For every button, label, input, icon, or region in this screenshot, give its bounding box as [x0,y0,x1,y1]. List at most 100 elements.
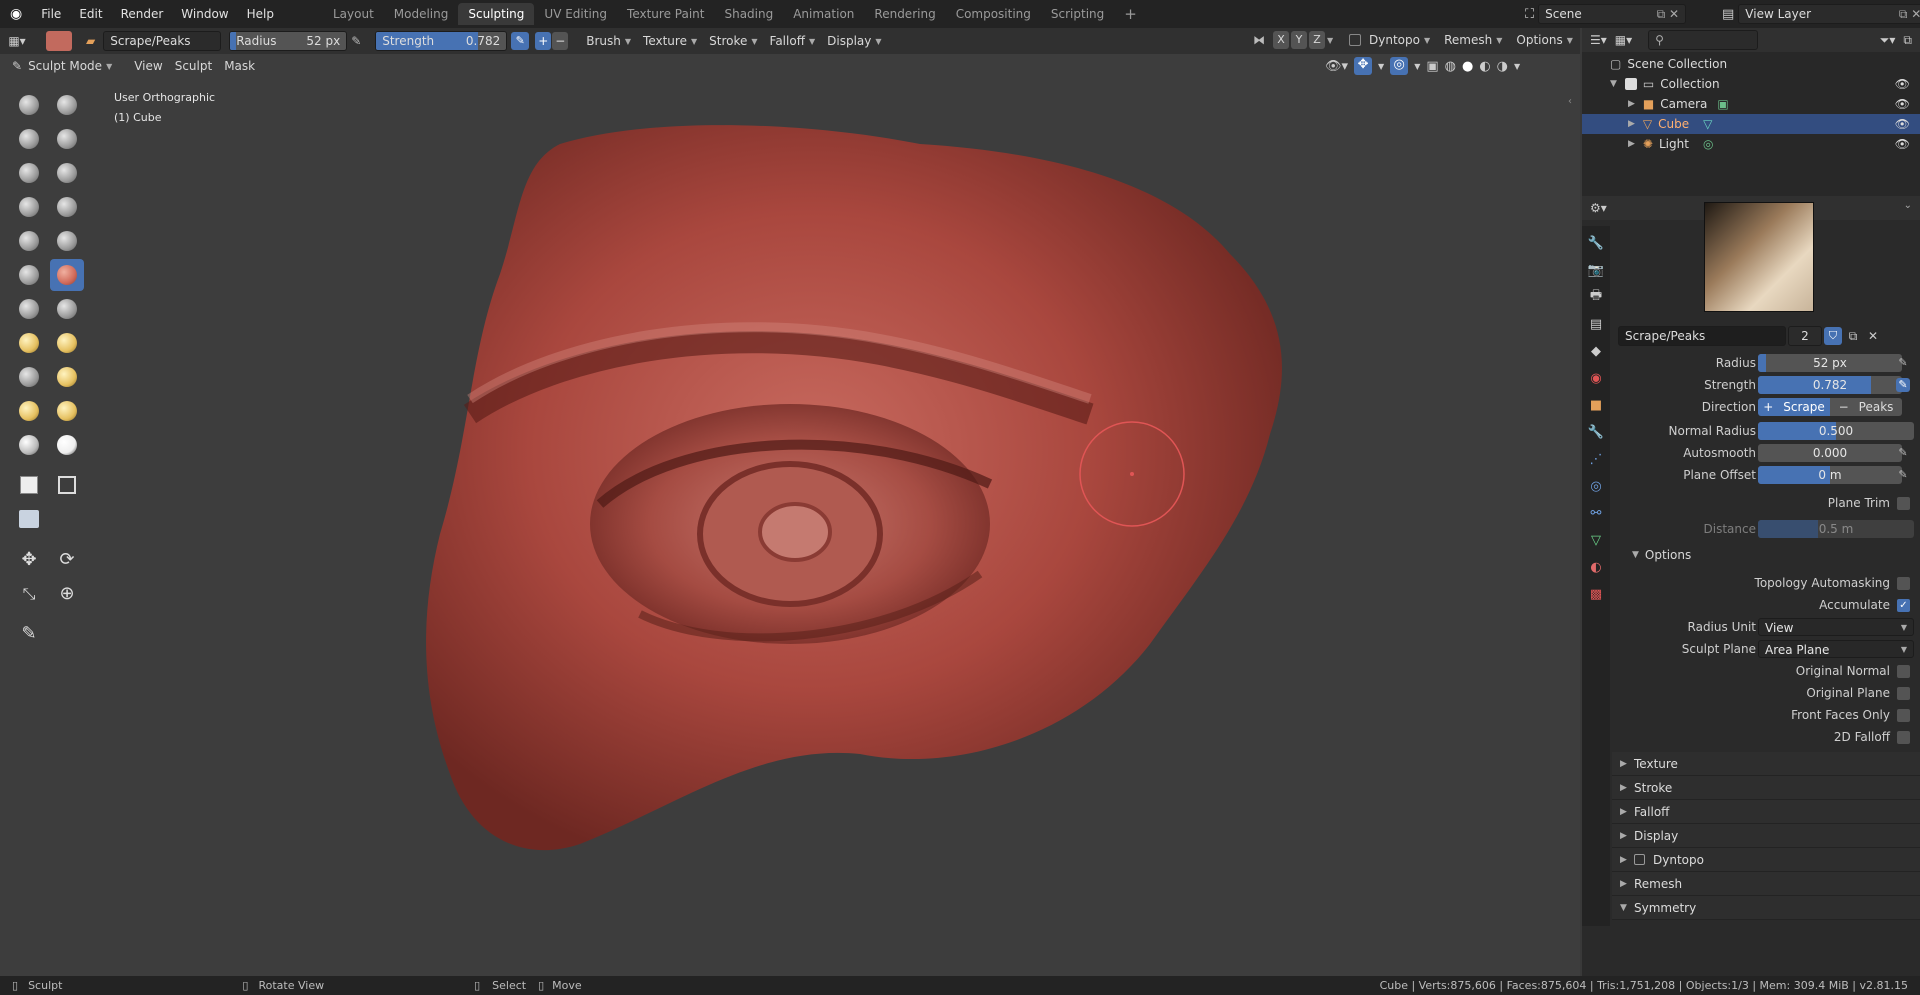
accumulate-checkbox[interactable]: ✓ [1897,598,1910,612]
falloff-menu[interactable]: Falloff ▼ [764,34,822,48]
tab-uv-editing[interactable]: UV Editing [534,3,617,25]
dyntopo-menu[interactable]: Dyntopo ▼ [1363,33,1436,47]
duplicate-brush-icon[interactable]: ⧉ [1844,329,1862,344]
3d-viewport[interactable]: ✎ Sculpt Mode ▼ View Sculpt Mask 👁▾ ✥ ▼ ◎… [0,54,1580,976]
expand-triangle-icon[interactable]: ▶ [1628,119,1635,129]
falloff-2d-checkbox[interactable] [1897,730,1910,744]
tab-animation[interactable]: Animation [783,3,864,25]
tab-compositing[interactable]: Compositing [946,3,1041,25]
expand-triangle-icon[interactable]: ▶ [1628,99,1635,109]
symmetry-y-toggle[interactable]: Y [1291,31,1307,49]
simplify-brush-tool[interactable] [12,429,46,461]
radius-pressure-icon[interactable]: ✎ [351,34,369,48]
brush-folder-icon[interactable]: ▰ [86,34,95,48]
symmetry-section[interactable]: ▼ Symmetry [1612,896,1920,920]
scrape-brush-tool[interactable] [50,259,84,291]
outliner-row-collection[interactable]: ▼ ▭ Collection 👁 [1582,74,1920,94]
collection-checkbox[interactable] [1624,78,1637,90]
distance-field[interactable]: 0.5 m [1758,520,1914,538]
unlink-brush-icon[interactable]: ✕ [1864,329,1882,343]
outliner-row-camera[interactable]: ▶ ■ Camera ▣ 👁 [1582,94,1920,114]
strength-field[interactable]: 0.782 [1758,376,1902,394]
outliner-editor-icon[interactable]: ☰▾ [1590,33,1607,47]
move-tool[interactable]: ✥ [12,543,46,575]
display-mode-icon[interactable]: ▦▾ [1615,33,1632,47]
brush-datablock-name[interactable]: Scrape/Peaks [1618,326,1786,346]
tab-texture-paint[interactable]: Texture Paint [617,3,714,25]
brush-name-field[interactable]: Scrape/Peaks [103,31,222,51]
inflate-brush-tool[interactable] [50,157,84,189]
strength-slider[interactable]: Strength 0.782 [375,31,508,51]
pose-brush-tool[interactable] [50,395,84,427]
outliner-search-input[interactable]: ⚲ [1648,30,1759,50]
material-tab-icon[interactable]: ◐ [1586,557,1606,577]
options-subpanel-header[interactable]: ▼ Options [1612,544,1920,566]
strength-pressure-icon[interactable]: ✎ [511,32,530,50]
box-mask-tool[interactable] [12,469,46,501]
symmetry-x-toggle[interactable]: X [1273,31,1289,49]
strength-pressure-icon[interactable]: ✎ [1896,378,1910,392]
display-menu[interactable]: Display ▼ [821,34,887,48]
scale-tool[interactable]: ⤡ [12,578,46,610]
object-tab-icon[interactable]: ■ [1586,395,1606,415]
snake-hook-brush-tool[interactable] [12,327,46,359]
radius-pressure-icon[interactable]: ✎ [1896,356,1910,370]
plane-trim-checkbox[interactable] [1897,496,1910,510]
options-menu[interactable]: Options ▼ [1510,33,1578,47]
eye-icon[interactable]: 👁 [1895,97,1910,111]
scene-tab-icon[interactable]: ◆ [1586,341,1606,361]
pinch-brush-tool[interactable] [12,293,46,325]
crease-brush-tool[interactable] [50,191,84,223]
grab-brush-tool[interactable] [50,293,84,325]
box-hide-tool[interactable] [50,469,84,501]
modifier-tab-icon[interactable]: 🔧 [1586,422,1606,442]
elastic-brush-tool[interactable] [12,395,46,427]
stroke-section[interactable]: ▶ Stroke [1612,776,1920,800]
symmetry-z-toggle[interactable]: Z [1309,31,1325,49]
blob-brush-tool[interactable] [12,191,46,223]
sculpt-plane-select[interactable]: Area Plane ▼ [1758,640,1914,658]
rotate-tool[interactable]: ⟳ [50,543,84,575]
annotate-tool[interactable]: ✎ [12,618,46,650]
texture-section[interactable]: ▶ Texture [1612,752,1920,776]
direction-add-button[interactable]: + [535,32,552,50]
autosmooth-pressure-icon[interactable]: ✎ [1896,446,1910,460]
smooth-brush-tool[interactable] [12,225,46,257]
texture-tab-icon[interactable]: ▩ [1586,584,1606,604]
eye-icon[interactable]: 👁 [1895,117,1910,131]
constraints-tab-icon[interactable]: ⚯ [1586,503,1606,523]
rotate-brush-tool[interactable] [50,361,84,393]
plane-offset-field[interactable]: 0 m [1758,466,1902,484]
data-tab-icon[interactable]: ▽ [1586,530,1606,550]
outliner-row-light[interactable]: ▶ ✺ Light ◎ 👁 [1582,134,1920,154]
blender-logo-icon[interactable]: ◉ [0,0,32,28]
thumb-brush-tool[interactable] [50,327,84,359]
dyntopo-checkbox[interactable] [1349,34,1361,46]
radius-slider[interactable]: Radius 52 px [229,31,348,51]
normal-radius-field[interactable]: 0.500 [1758,422,1914,440]
menu-window[interactable]: Window [172,0,237,28]
falloff-section[interactable]: ▶ Falloff [1612,800,1920,824]
brush-menu[interactable]: Brush ▼ [580,34,637,48]
filter-icon[interactable]: ⏷▾ [1880,33,1896,48]
view-layer-icon[interactable]: ▤ [1722,7,1734,22]
chevron-down-icon[interactable]: ▼ [1327,36,1339,45]
radius-field[interactable]: 52 px [1758,354,1902,372]
clay-brush-tool[interactable] [12,123,46,155]
output-tab-icon[interactable]: 🖶 [1586,287,1606,307]
dyntopo-section[interactable]: ▶ Dyntopo [1612,848,1920,872]
nudge-brush-tool[interactable] [12,361,46,393]
menu-render[interactable]: Render [112,0,173,28]
original-plane-checkbox[interactable] [1897,686,1910,700]
menu-file[interactable]: File [32,0,70,28]
tab-modeling[interactable]: Modeling [384,3,459,25]
texture-menu[interactable]: Texture ▼ [637,34,703,48]
menu-help[interactable]: Help [238,0,283,28]
display-section[interactable]: ▶ Display [1612,824,1920,848]
outliner-row-cube[interactable]: ▶ ▽ Cube ▽ 👁 [1582,114,1920,134]
remesh-menu[interactable]: Remesh ▼ [1438,33,1508,47]
particles-tab-icon[interactable]: ⋰ [1586,449,1606,469]
tab-sculpting[interactable]: Sculpting [458,3,535,25]
eye-icon[interactable]: 👁 [1895,77,1910,91]
flatten-brush-tool[interactable] [50,225,84,257]
